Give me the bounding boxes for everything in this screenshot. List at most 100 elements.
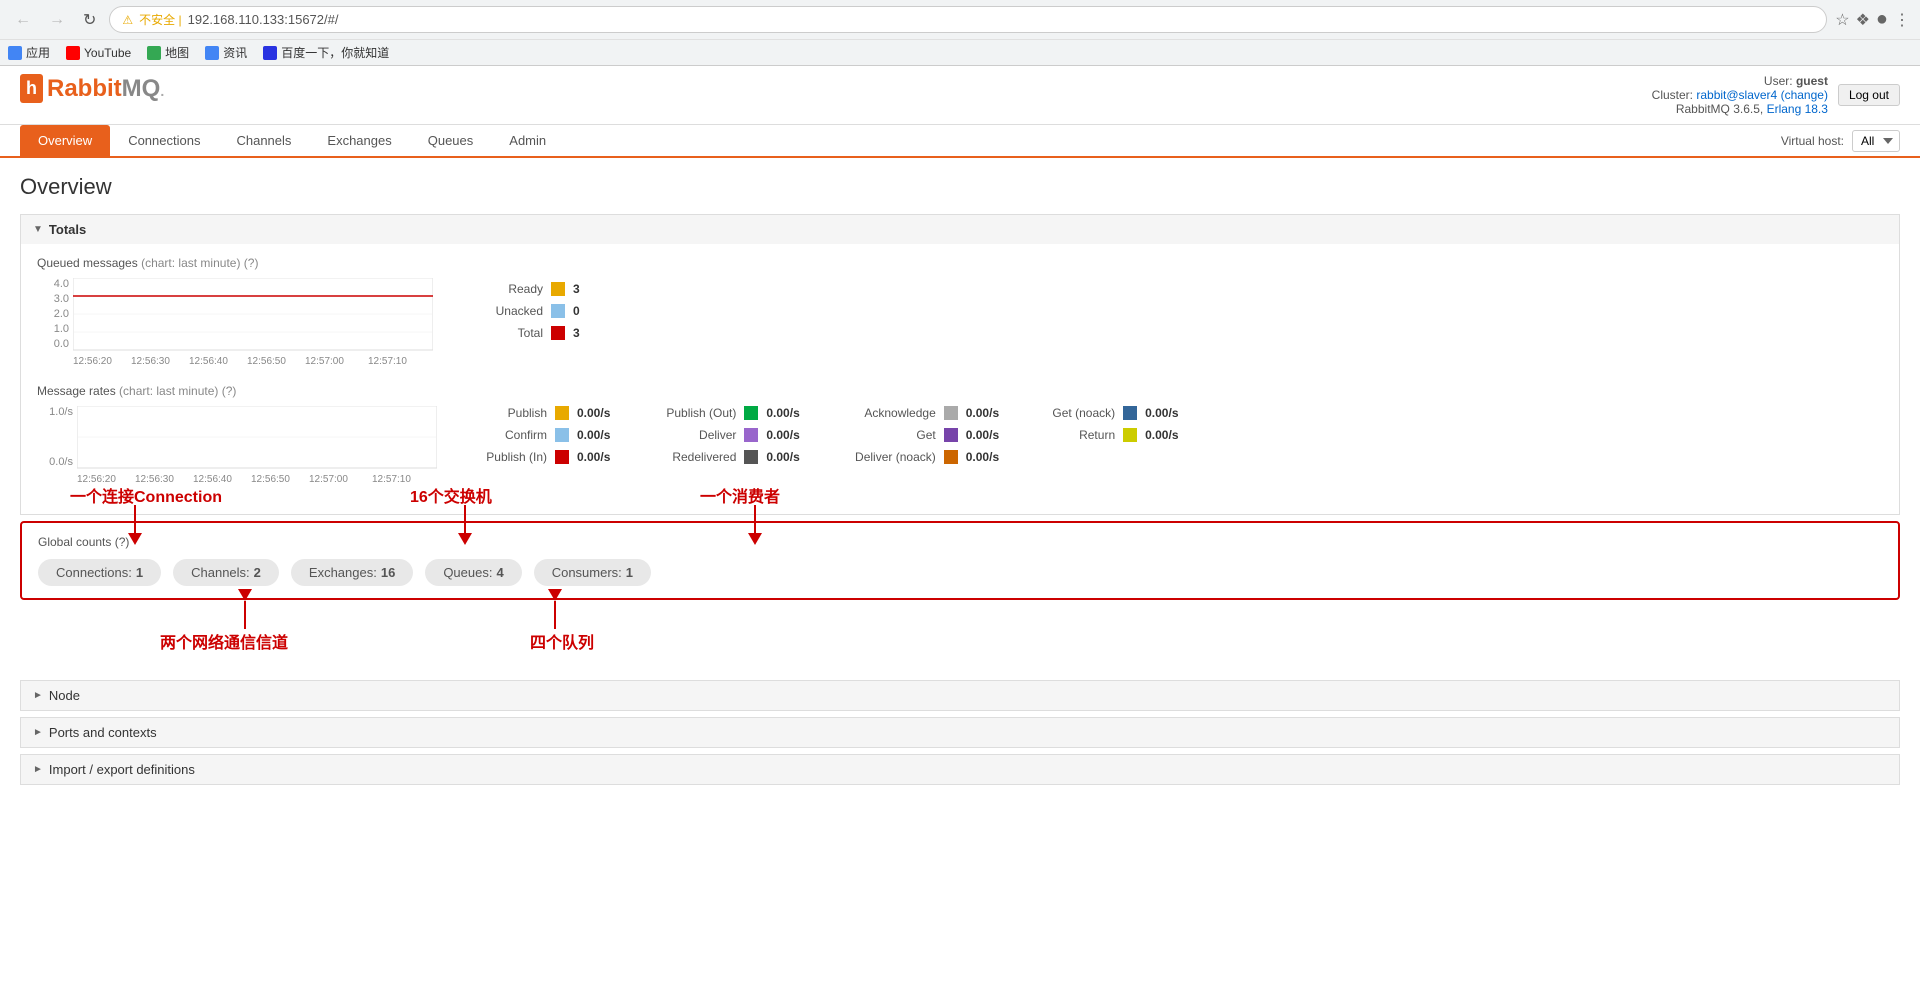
deliver-noack-color [944, 450, 958, 464]
publish-in-color [555, 450, 569, 464]
app-header: h RabbitMQ. User: guest Cluster: rabbit@… [0, 66, 1920, 125]
total-color [551, 326, 565, 340]
vhost-label: Virtual host: [1781, 134, 1844, 148]
node-title: Node [49, 688, 80, 703]
header-right: User: guest Cluster: rabbit@slaver4 (cha… [1652, 74, 1900, 116]
unacked-label: Unacked [463, 304, 543, 318]
qm-legend: Ready 3 Unacked 0 Total [463, 278, 580, 340]
svg-text:12:56:20: 12:56:20 [77, 474, 116, 485]
bookmark-youtube[interactable]: YouTube [66, 46, 131, 60]
bookmark-baidu[interactable]: 百度一下，你就知道 [263, 44, 389, 61]
svg-text:12:57:10: 12:57:10 [372, 474, 411, 485]
tab-channels[interactable]: Channels [218, 125, 309, 156]
queued-messages-chart-row: 4.0 3.0 2.0 1.0 0.0 [37, 278, 1883, 368]
ports-header[interactable]: ► Ports and contexts [21, 718, 1899, 747]
ready-label: Ready [463, 282, 543, 296]
address-bar[interactable]: ⚠ 不安全 | 192.168.110.133:15672/#/ [109, 6, 1827, 33]
ann-channels: 两个网络通信信道 [160, 629, 288, 653]
ann-queues: 四个队列 [530, 629, 594, 653]
ready-value: 3 [573, 282, 580, 296]
username: guest [1796, 74, 1828, 88]
user-info: User: guest Cluster: rabbit@slaver4 (cha… [1652, 74, 1828, 116]
apps-label: 应用 [26, 44, 50, 61]
totals-arrow-icon: ▼ [33, 224, 43, 235]
tab-queues[interactable]: Queues [410, 125, 492, 156]
message-rates-label: Message rates (chart: last minute) (?) [37, 384, 1883, 398]
logout-button[interactable]: Log out [1838, 84, 1900, 106]
tab-connections[interactable]: Connections [110, 125, 218, 156]
totals-title: Totals [49, 222, 86, 237]
cluster-label: Cluster: [1652, 88, 1693, 102]
extension-icon[interactable]: ❖ [1856, 10, 1870, 30]
menu-icon[interactable]: ⋮ [1894, 10, 1910, 30]
vhost-select[interactable]: All [1852, 130, 1900, 152]
profile-icon[interactable]: ● [1876, 8, 1888, 31]
publish-in-legend: Publish (In) 0.00/s [467, 450, 610, 464]
qm-y-axis: 4.0 3.0 2.0 1.0 0.0 [37, 278, 69, 368]
mr-chart-area: 12:56:20 12:56:30 12:56:40 12:56:50 12:5… [77, 406, 437, 486]
qm-svg-chart: 12:56:20 12:56:30 12:56:40 12:56:50 12:5… [73, 278, 433, 368]
total-legend-item: Total 3 [463, 326, 580, 340]
bookmark-apps[interactable]: 应用 [8, 44, 50, 61]
ready-color [551, 282, 565, 296]
acknowledge-legend: Acknowledge 0.00/s [836, 406, 999, 420]
message-rates-chart-row: 1.0/s 0.0/s [37, 406, 1883, 486]
svg-text:12:56:50: 12:56:50 [251, 474, 290, 485]
global-counts-box: Global counts (?) Connections: 1 Channel… [20, 521, 1900, 600]
acknowledge-color [944, 406, 958, 420]
import-section: ► Import / export definitions [20, 754, 1900, 785]
totals-body: Queued messages (chart: last minute) (?)… [21, 244, 1899, 514]
node-arrow-icon: ► [33, 690, 43, 701]
erlang-link[interactable]: Erlang 18.3 [1767, 102, 1828, 116]
cluster-link[interactable]: rabbit@slaver4 [1696, 88, 1777, 102]
return-color [1123, 428, 1137, 442]
confirm-legend: Confirm 0.00/s [467, 428, 610, 442]
bookmark-news[interactable]: 资讯 [205, 44, 247, 61]
mr-legend-col2: Publish (Out) 0.00/s Deliver 0.00/s [646, 406, 799, 464]
publish-out-color [744, 406, 758, 420]
publish-out-legend: Publish (Out) 0.00/s [646, 406, 799, 420]
change-link[interactable]: (change) [1781, 88, 1828, 102]
mr-legend-col1: Publish 0.00/s Confirm 0.00/s [467, 406, 610, 464]
tab-overview[interactable]: Overview [20, 125, 110, 156]
reload-button[interactable]: ↻ [78, 8, 101, 32]
import-header[interactable]: ► Import / export definitions [21, 755, 1899, 784]
news-label: 资讯 [223, 44, 247, 61]
node-header[interactable]: ► Node [21, 681, 1899, 710]
url-text: 192.168.110.133:15672/#/ [188, 12, 339, 27]
global-counts-title: Global counts (?) [38, 535, 1882, 549]
ports-title: Ports and contexts [49, 725, 157, 740]
svg-text:12:57:00: 12:57:00 [309, 474, 348, 485]
svg-text:12:57:00: 12:57:00 [305, 356, 344, 367]
mr-legend-col4: Get (noack) 0.00/s Return 0.00/s [1035, 406, 1178, 464]
get-noack-legend: Get (noack) 0.00/s [1035, 406, 1178, 420]
deliver-legend: Deliver 0.00/s [646, 428, 799, 442]
svg-text:12:56:50: 12:56:50 [247, 356, 286, 367]
bookmark-star-icon[interactable]: ☆ [1835, 10, 1849, 30]
deliver-color [744, 428, 758, 442]
unacked-legend-item: Unacked 0 [463, 304, 580, 318]
global-counts-grid: Connections: 1 Channels: 2 Exchanges: 16… [38, 559, 1882, 586]
bookmark-maps[interactable]: 地图 [147, 44, 189, 61]
get-legend: Get 0.00/s [836, 428, 999, 442]
tab-exchanges[interactable]: Exchanges [309, 125, 409, 156]
node-section: ► Node [20, 680, 1900, 711]
news-icon [205, 46, 219, 60]
back-button[interactable]: ← [10, 9, 36, 31]
svg-text:12:57:10: 12:57:10 [368, 356, 407, 367]
mr-y-axis: 1.0/s 0.0/s [37, 406, 73, 486]
consumers-count: Consumers: 1 [534, 559, 651, 586]
youtube-label: YouTube [84, 46, 131, 60]
totals-header[interactable]: ▼ Totals [21, 215, 1899, 244]
deliver-noack-legend: Deliver (noack) 0.00/s [836, 450, 999, 464]
tab-admin[interactable]: Admin [491, 125, 564, 156]
vhost-selector: Virtual host: All [1781, 126, 1900, 156]
queued-messages-section: Queued messages (chart: last minute) (?)… [37, 256, 1883, 368]
logo-icon: h [20, 74, 43, 103]
global-counts-wrapper: Global counts (?) Connections: 1 Channel… [20, 521, 1900, 600]
svg-text:12:56:30: 12:56:30 [135, 474, 174, 485]
svg-text:12:56:40: 12:56:40 [193, 474, 232, 485]
forward-button[interactable]: → [44, 9, 70, 31]
nav-bar: Overview Connections Channels Exchanges … [0, 125, 1920, 158]
security-label: 不安全 | [139, 11, 181, 28]
